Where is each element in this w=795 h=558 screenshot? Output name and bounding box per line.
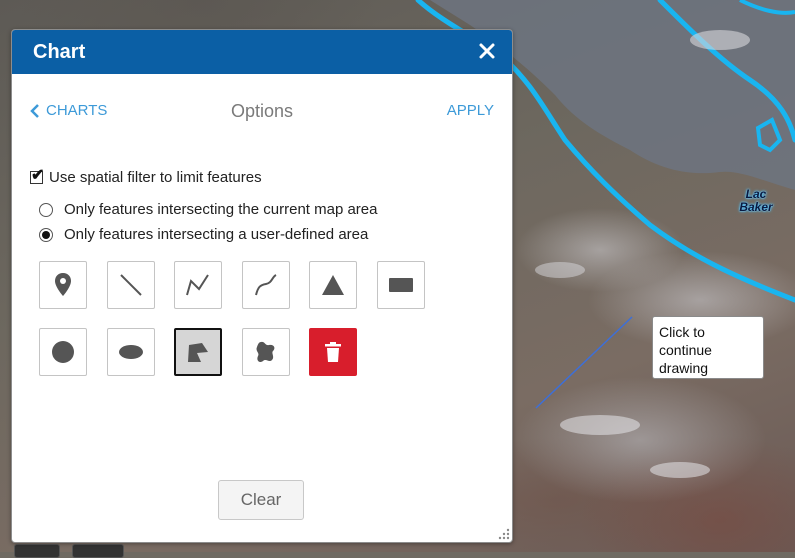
back-label: CHARTS <box>46 102 108 119</box>
options-nav: CHARTS Options APPLY <box>12 101 512 124</box>
back-to-charts-link[interactable]: CHARTS <box>29 102 107 119</box>
radio-current-map-area[interactable]: Only features intersecting the current m… <box>39 201 378 218</box>
radio-user-defined-area[interactable]: Only features intersecting a user-define… <box>39 226 368 243</box>
delete-drawing-button[interactable] <box>309 328 357 376</box>
radio-label: Only features intersecting a user-define… <box>64 226 369 243</box>
spatial-filter-checkbox[interactable]: ✔ <box>30 167 45 184</box>
freehand-polygon-icon <box>256 341 275 363</box>
tool-polyline[interactable] <box>174 261 222 309</box>
radio-label: Only features intersecting the current m… <box>64 201 378 218</box>
radio-button-selected[interactable] <box>39 227 53 242</box>
close-icon <box>479 43 495 59</box>
tool-freehand-polyline[interactable] <box>242 261 290 309</box>
lake-label: Lac Baker <box>739 187 773 214</box>
resize-grip-icon[interactable] <box>498 528 510 540</box>
map-pin-icon <box>55 273 71 296</box>
spatial-filter-label: Use spatial filter to limit features <box>49 169 262 186</box>
polygon-icon <box>188 343 208 362</box>
tool-circle[interactable] <box>39 328 87 376</box>
map-control[interactable] <box>14 544 60 558</box>
chevron-left-icon <box>30 103 39 118</box>
tool-freehand-polygon[interactable] <box>242 328 290 376</box>
drawing-tooltip: Click to continue drawing <box>652 316 764 379</box>
close-button[interactable] <box>477 39 497 63</box>
sketch-line <box>535 316 633 409</box>
spatial-filter-checkbox-row[interactable]: ✔ Use spatial filter to limit features <box>30 167 262 186</box>
circle-icon <box>52 341 74 363</box>
trash-icon <box>325 342 341 362</box>
radio-button[interactable] <box>39 202 53 217</box>
ellipse-icon <box>119 345 143 359</box>
chart-dialog: Chart CHARTS Options APPLY ✔ Use spatial… <box>11 29 513 543</box>
rectangle-icon <box>389 278 413 292</box>
tool-triangle[interactable] <box>309 261 357 309</box>
tool-rectangle[interactable] <box>377 261 425 309</box>
clear-button[interactable]: Clear <box>218 480 304 520</box>
tool-line[interactable] <box>107 261 155 309</box>
dialog-title: Chart <box>33 41 86 63</box>
freehand-line-icon <box>255 274 277 296</box>
tool-point[interactable] <box>39 261 87 309</box>
map-control[interactable] <box>72 544 124 558</box>
line-icon <box>120 274 142 296</box>
polyline-icon <box>186 274 209 296</box>
tool-polygon[interactable] <box>174 328 222 376</box>
triangle-icon <box>322 275 344 295</box>
apply-button[interactable]: APPLY <box>447 102 494 119</box>
dialog-header: Chart <box>12 30 512 74</box>
tool-ellipse[interactable] <box>107 328 155 376</box>
checkmark-icon: ✔ <box>31 167 45 184</box>
